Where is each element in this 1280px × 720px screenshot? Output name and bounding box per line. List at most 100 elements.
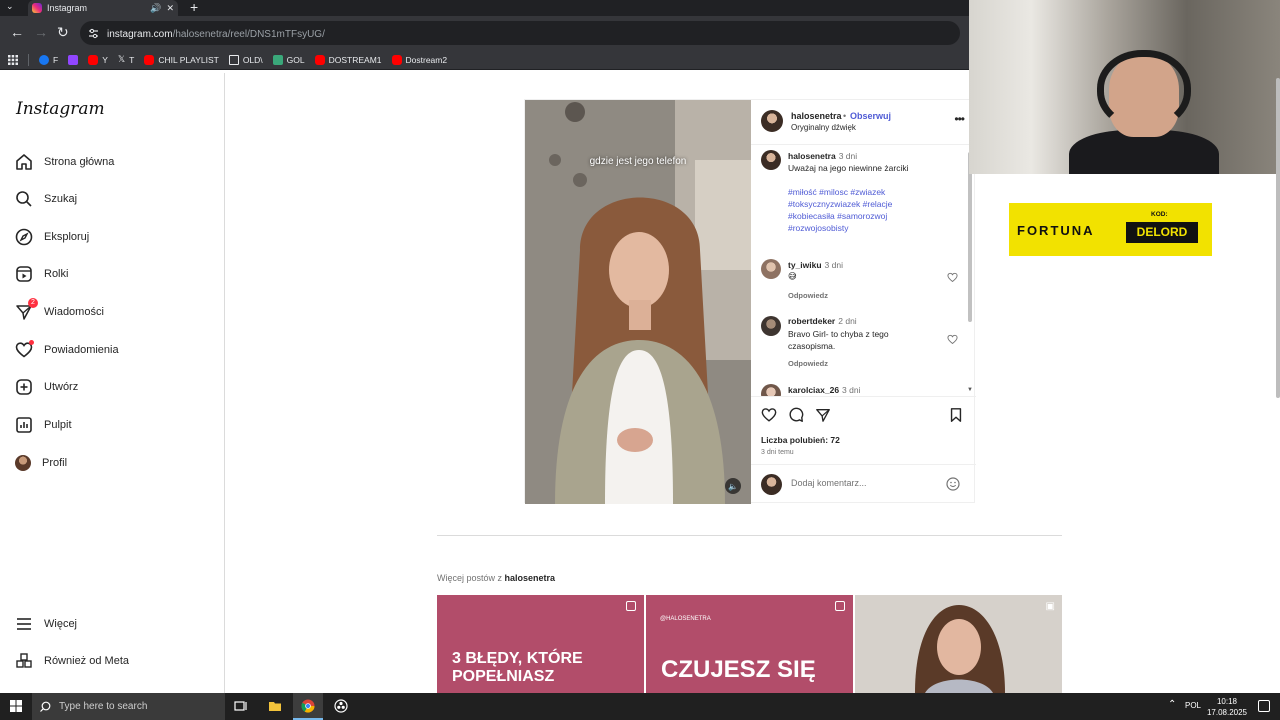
caption-username[interactable]: halosenetra 3 dni — [788, 151, 857, 161]
author-username[interactable]: halosenetra — [791, 111, 842, 121]
back-icon[interactable]: ← — [10, 25, 24, 39]
sidebar-item-also-from-meta[interactable]: Również od Meta — [15, 651, 129, 671]
comment-user[interactable]: robertdeker — [788, 316, 835, 326]
obs-icon[interactable] — [334, 699, 348, 713]
commenter-avatar[interactable] — [761, 259, 781, 279]
more-post-tile[interactable]: @HALOSENETRA CZUJESZ SIĘ — [646, 595, 853, 693]
sidebar-item-create[interactable]: Utwórz — [15, 377, 78, 397]
task-view-icon[interactable] — [234, 699, 248, 713]
sidebar-item-dashboard[interactable]: Pulpit — [15, 415, 72, 435]
file-explorer-icon[interactable] — [268, 699, 282, 713]
comment-user[interactable]: karolciax_26 — [788, 385, 839, 395]
original-audio-link[interactable]: Oryginalny dźwięk — [791, 123, 856, 132]
reel-video[interactable]: gdzie jest jego telefon 🔈 — [525, 100, 751, 504]
tile-text: 3 BŁĘDY, KTÓRE POPEŁNIASZ — [452, 650, 583, 685]
notification-center-icon[interactable] — [1258, 700, 1270, 712]
sidebar-item-reels[interactable]: Rolki — [15, 264, 68, 284]
follow-button[interactable]: Obserwuj — [850, 111, 891, 121]
author-avatar[interactable] — [761, 150, 781, 170]
taskbar-search[interactable]: Type here to search — [32, 693, 225, 720]
input-language[interactable]: POL — [1185, 701, 1201, 710]
sidebar-item-explore[interactable]: Eksploruj — [15, 227, 89, 247]
bookmark-dostream2[interactable]: Dostream2 — [391, 54, 447, 65]
post-header: halosenetra • Obserwuj Oryginalny dźwięk… — [751, 100, 976, 145]
comment-icon[interactable] — [788, 407, 804, 423]
sidebar-item-search[interactable]: Szukaj — [15, 189, 77, 209]
commenter-avatar[interactable] — [761, 316, 781, 336]
page-scrollbar[interactable] — [1276, 78, 1280, 398]
tab-search-chevron-icon[interactable]: ⌄ — [6, 1, 14, 12]
reload-icon[interactable]: ↻ — [57, 25, 69, 39]
bookmark-x[interactable]: 𝕏T — [118, 54, 134, 65]
comments-scrollbar[interactable] — [968, 152, 972, 322]
sidebar-item-more[interactable]: Więcej — [15, 614, 77, 634]
sponsor-banner: FORTUNA KOD: DELORD — [1009, 203, 1212, 256]
more-posts-user[interactable]: halosenetra — [505, 573, 556, 583]
comment-username[interactable]: robertdeker 2 dni — [788, 316, 857, 326]
tray-chevron-up-icon[interactable]: ⌃ — [1168, 699, 1176, 710]
emoji-icon[interactable] — [946, 477, 960, 491]
instagram-logo[interactable]: Instagram — [16, 99, 105, 119]
bookmark-dostream1[interactable]: DOSTREAM1 — [314, 54, 382, 65]
new-tab-button[interactable]: + — [190, 0, 198, 15]
more-posts-prefix: Więcej postów z — [437, 573, 503, 583]
comment-username[interactable]: karolciax_26 3 dni — [788, 385, 860, 395]
chrome-taskbar-button[interactable] — [293, 693, 323, 720]
folder-icon — [228, 54, 239, 65]
apps-grid-icon[interactable] — [8, 54, 18, 65]
more-options-icon[interactable]: ••• — [954, 112, 965, 126]
search-icon — [16, 191, 32, 207]
comment-user[interactable]: ty_iwiku — [788, 260, 822, 270]
caption-time: 3 dni — [838, 151, 858, 161]
more-post-tile[interactable]: 3 BŁĘDY, KTÓRE POPEŁNIASZ — [437, 595, 644, 693]
search-icon — [40, 701, 51, 712]
comment-time: 3 dni — [842, 385, 861, 395]
share-icon[interactable] — [815, 407, 831, 423]
url-input[interactable]: instagram.com/halosenetra/reel/DNS1mTFsy… — [80, 21, 960, 45]
comment-input[interactable] — [791, 478, 931, 488]
twitch-icon — [68, 54, 79, 65]
comment-like-heart-icon[interactable] — [947, 334, 958, 345]
bookmark-folder-old[interactable]: OLD\ — [228, 54, 263, 65]
post-actions: Liczba polubień: 72 3 dni temu — [751, 396, 976, 464]
sidebar-item-profile[interactable]: Profil — [15, 453, 67, 473]
sidebar-item-home[interactable]: Strona główna — [15, 152, 114, 172]
reel-post: gdzie jest jego telefon 🔈 halosenetra • … — [524, 99, 976, 504]
bookmark-youtube[interactable]: Y — [88, 54, 108, 65]
bookmark-gol[interactable]: GOL — [272, 54, 305, 65]
comments-list[interactable]: halosenetra 3 dni Uważaj na jego niewinne… — [751, 146, 976, 396]
forward-icon[interactable]: → — [34, 25, 48, 39]
reply-button[interactable]: Odpowiedz — [788, 359, 828, 368]
url-path: /halosenetra/reel/DNS1mTFsyUG/ — [172, 29, 325, 40]
sidebar-item-label: Pulpit — [44, 419, 72, 431]
scroll-down-arrow-icon[interactable]: ▼ — [967, 387, 973, 393]
site-settings-icon[interactable] — [88, 28, 99, 39]
comment-text: 😅 — [788, 271, 797, 281]
bookmark-chil-playlist[interactable]: CHIL PLAYLIST — [144, 54, 219, 65]
more-post-tile[interactable]: ▣ — [855, 595, 1062, 693]
close-tab-icon[interactable]: ✕ — [166, 3, 174, 14]
comment-like-heart-icon[interactable] — [947, 272, 958, 283]
sidebar-item-notifications[interactable]: Powiadomienia — [15, 340, 119, 360]
sidebar-item-label: Profil — [42, 457, 68, 469]
bookmark-twitch[interactable] — [68, 54, 79, 65]
author-avatar[interactable] — [761, 110, 783, 132]
sidebar-item-messages[interactable]: 2 Wiadomości — [15, 298, 104, 322]
windows-start-icon[interactable] — [10, 700, 22, 712]
reply-button[interactable]: Odpowiedz — [788, 291, 828, 300]
like-heart-icon[interactable] — [761, 407, 777, 423]
caption-user[interactable]: halosenetra — [788, 151, 836, 161]
tile-handle: @HALOSENETRA — [660, 616, 711, 622]
caption-hashtags[interactable]: #miłość #milosc #zwiazek #toksycznyzwiaz… — [788, 186, 918, 234]
speaker-icon[interactable]: 🔊 — [150, 3, 161, 14]
tile-text: CZUJESZ SIĘ — [661, 656, 816, 683]
save-bookmark-icon[interactable] — [948, 407, 964, 423]
likes-count[interactable]: Liczba polubień: 72 — [761, 435, 840, 445]
browser-tab-instagram[interactable]: Instagram 🔊 ✕ — [28, 0, 178, 16]
commenter-avatar[interactable] — [761, 384, 781, 396]
bookmark-facebook[interactable]: F — [39, 54, 58, 65]
speaker-icon[interactable]: 🔈 — [725, 478, 741, 494]
taskbar-clock[interactable]: 10:18 17.08.2025 — [1204, 696, 1250, 718]
post-timestamp: 3 dni temu — [761, 449, 794, 456]
comment-username[interactable]: ty_iwiku 3 dni — [788, 260, 843, 270]
